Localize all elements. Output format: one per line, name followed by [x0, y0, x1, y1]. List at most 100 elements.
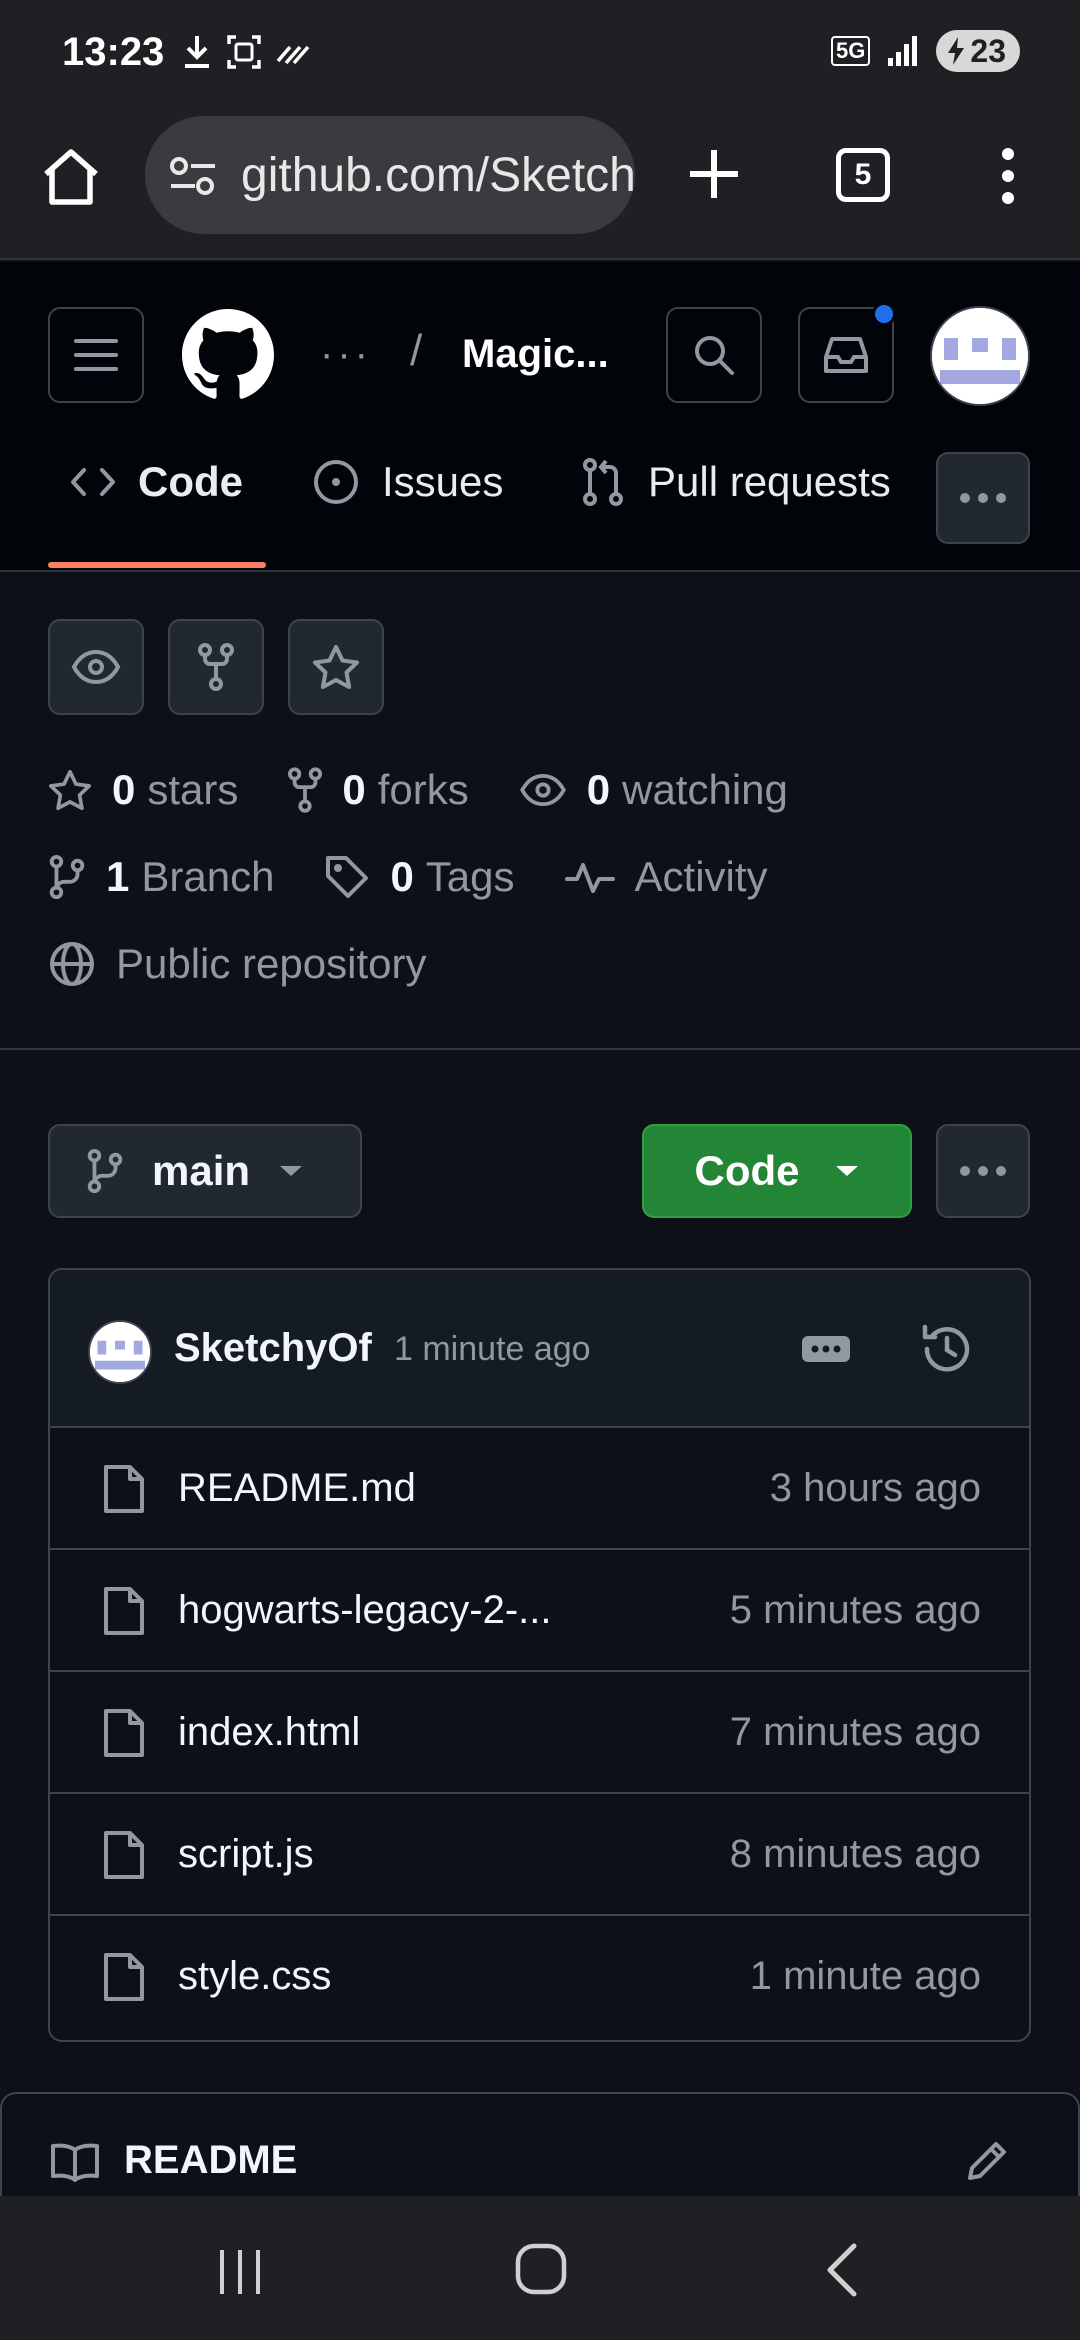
watching-label: watching: [622, 766, 788, 813]
kebab-horizontal-icon: [960, 1166, 1006, 1176]
pulse-icon: [564, 863, 615, 893]
file-row[interactable]: README.md 3 hours ago: [50, 1428, 1029, 1550]
search-icon: [695, 336, 734, 375]
triangle-down-icon: [835, 1166, 858, 1176]
breadcrumb-owner-collapsed[interactable]: ···: [320, 332, 372, 377]
tab-code[interactable]: Code: [70, 447, 243, 517]
site-settings-icon[interactable]: [169, 156, 217, 196]
address-bar[interactable]: github.com/SketchyOf: [145, 116, 635, 234]
forks-count: 0: [342, 766, 366, 813]
file-name-link[interactable]: index.html: [178, 1710, 360, 1755]
file-icon: [102, 1464, 146, 1514]
star-button[interactable]: [288, 619, 384, 715]
activity-link[interactable]: Activity: [564, 853, 768, 901]
latest-commit-row: SketchyOf 1 minute ago: [50, 1270, 1029, 1428]
tab-issues[interactable]: Issues: [312, 447, 503, 517]
browser-home-button[interactable]: [38, 144, 104, 210]
user-avatar[interactable]: [930, 306, 1030, 406]
watching-count: 0: [586, 766, 611, 813]
inbox-icon: [824, 337, 868, 373]
home-icon[interactable]: [514, 2242, 568, 2296]
download-icon: [182, 34, 212, 70]
file-icon: [102, 1586, 146, 1636]
browser-toolbar: github.com/SketchyOf 5: [0, 110, 1080, 260]
tags-count: 0: [390, 853, 414, 900]
branches-link[interactable]: 1 Branch: [48, 853, 274, 901]
active-tab-underline: [48, 562, 266, 568]
tab-pull-requests-label: Pull requests: [648, 458, 891, 505]
back-icon[interactable]: [822, 2242, 862, 2298]
repo-forked-icon: [288, 767, 323, 813]
code-icon: [71, 468, 115, 496]
git-pull-request-icon: [583, 458, 623, 506]
pencil-icon[interactable]: [964, 2138, 1010, 2184]
issue-opened-icon: [314, 460, 358, 504]
stars-label: stars: [147, 766, 239, 813]
new-tab-button[interactable]: [684, 144, 744, 204]
star-icon: [49, 769, 91, 811]
recent-apps-icon[interactable]: [216, 2246, 264, 2298]
repo-visibility-row: Public repository: [48, 940, 476, 988]
commit-message-toggle-icon[interactable]: [802, 1336, 850, 1362]
eye-icon: [71, 649, 121, 685]
watch-button[interactable]: [48, 619, 144, 715]
tabs-overflow-button[interactable]: [936, 452, 1030, 544]
code-download-button[interactable]: Code: [642, 1124, 912, 1218]
code-button-label: Code: [694, 1147, 800, 1194]
file-name-link[interactable]: style.css: [178, 1954, 331, 1999]
book-icon: [50, 2142, 100, 2182]
git-branch-icon: [49, 854, 85, 900]
file-icon: [102, 1952, 146, 2002]
hamburger-icon: [74, 339, 118, 371]
history-icon[interactable]: [918, 1320, 976, 1378]
triangle-down-icon: [280, 1166, 303, 1176]
stars-count: 0: [112, 766, 136, 813]
file-last-modified: 8 minutes ago: [729, 1832, 981, 1876]
watchers-link[interactable]: 0 watching: [519, 766, 788, 814]
file-last-modified: 3 hours ago: [769, 1466, 981, 1510]
tags-label: Tags: [425, 853, 515, 900]
tab-code-label: Code: [138, 458, 243, 505]
branch-count: 1: [106, 853, 130, 900]
file-row[interactable]: style.css 1 minute ago: [50, 1916, 1029, 2038]
repo-stats-row: 0 stars 0 forks 0 watching: [48, 766, 838, 814]
tag-icon: [326, 856, 369, 898]
kebab-horizontal-icon: [960, 493, 1006, 503]
cellular-signal-icon: [886, 34, 920, 68]
search-button[interactable]: [666, 307, 762, 403]
tab-pull-requests[interactable]: Pull requests: [580, 447, 891, 517]
file-name-link[interactable]: script.js: [178, 1832, 314, 1877]
breadcrumb-separator: /: [410, 326, 423, 375]
file-name-link[interactable]: README.md: [178, 1466, 416, 1511]
branch-selector[interactable]: main: [48, 1124, 362, 1218]
tags-link[interactable]: 0 Tags: [324, 853, 515, 901]
browser-menu-icon[interactable]: [990, 146, 1026, 206]
github-logo-icon[interactable]: [182, 309, 274, 401]
stars-link[interactable]: 0 stars: [48, 766, 238, 814]
forks-link[interactable]: 0 forks: [288, 766, 469, 814]
repo-name-link[interactable]: Magic...: [462, 332, 609, 377]
github-header: ··· / Magic... Code Issues Pull requests: [0, 262, 1080, 572]
commit-author[interactable]: SketchyOf: [174, 1326, 372, 1371]
file-last-modified: 5 minutes ago: [729, 1588, 981, 1632]
file-list: SketchyOf 1 minute ago README.md 3 hours …: [48, 1268, 1031, 2042]
system-navigation-bar: [0, 2196, 1080, 2340]
url-text[interactable]: github.com/SketchyOf: [241, 148, 635, 203]
tab-switcher-button[interactable]: 5: [836, 148, 890, 202]
visibility-label: Public repository: [116, 940, 427, 987]
commit-author-avatar[interactable]: [88, 1320, 152, 1384]
status-system-icons: 5G 23: [831, 30, 1020, 72]
file-row[interactable]: index.html 7 minutes ago: [50, 1672, 1029, 1794]
branch-name: main: [152, 1147, 251, 1194]
file-row[interactable]: script.js 8 minutes ago: [50, 1794, 1029, 1916]
status-notification-icons: [182, 34, 310, 70]
file-last-modified: 1 minute ago: [749, 1954, 981, 1998]
global-nav-menu-button[interactable]: [48, 307, 144, 403]
globe-icon: [50, 942, 94, 986]
file-name-link[interactable]: hogwarts-legacy-2-...: [178, 1588, 551, 1633]
activity-label: Activity: [634, 853, 768, 900]
file-row[interactable]: hogwarts-legacy-2-... 5 minutes ago: [50, 1550, 1029, 1672]
readme-title[interactable]: README: [124, 2138, 297, 2183]
repo-more-options-button[interactable]: [936, 1124, 1030, 1218]
fork-button[interactable]: [168, 619, 264, 715]
